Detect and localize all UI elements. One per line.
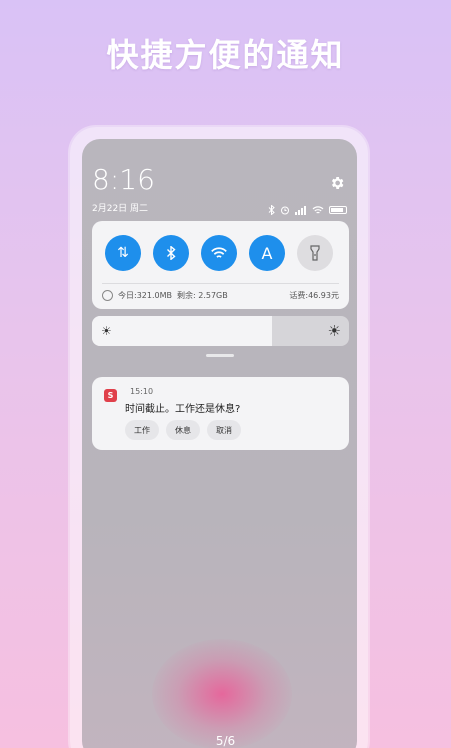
brightness-slider[interactable]: ☀ ☀ — [92, 316, 349, 346]
bluetooth-icon — [167, 246, 176, 260]
clock-time: 8:16 — [92, 163, 155, 196]
bluetooth-icon — [268, 200, 275, 219]
brightness-high-icon: ☀ — [327, 322, 341, 340]
alarm-icon — [280, 200, 290, 219]
drag-handle[interactable] — [206, 354, 234, 357]
status-icons — [268, 200, 347, 219]
settings-gear-icon[interactable] — [329, 175, 345, 191]
notification-card[interactable]: S 15:10 时间截止。工作还是休息? 工作 休息 取消 — [92, 377, 349, 450]
wifi-icon — [211, 246, 227, 258]
cancel-button[interactable]: 取消 — [207, 420, 241, 440]
data-remaining: 剩余: 2.57GB — [177, 291, 228, 300]
phone-screen: 8:16 2月22日 周二 ⇅ A 今日:321.0MB 剩余: 2.57GB … — [82, 139, 357, 748]
mobile-data-toggle[interactable]: ⇅ — [105, 235, 141, 271]
status-date: 2月22日 周二 — [92, 204, 149, 214]
brightness-fill — [92, 316, 272, 346]
quick-settings-toggles: ⇅ A — [105, 235, 333, 271]
mobile-data-icon: ⇅ — [117, 245, 129, 261]
headline: 快捷方便的通知 — [106, 36, 345, 74]
notification-time: 15:10 — [130, 387, 154, 396]
divider — [102, 283, 339, 284]
flashlight-toggle[interactable] — [297, 235, 333, 271]
auto-brightness-icon: A — [261, 243, 273, 263]
wifi-icon — [312, 200, 324, 219]
wifi-toggle[interactable] — [201, 235, 237, 271]
data-usage-icon — [102, 290, 113, 301]
flashlight-icon — [310, 245, 320, 261]
notification-message: 时间截止。工作还是休息? — [125, 404, 241, 415]
brightness-low-icon: ☀ — [101, 324, 112, 338]
signal-icon — [295, 200, 307, 219]
app-icon: S — [104, 389, 117, 402]
wallpaper-glow — [152, 639, 292, 748]
battery-icon — [329, 205, 347, 214]
data-today: 今日:321.0MB — [118, 291, 172, 300]
page-indicator: 5/6 — [215, 734, 236, 748]
quick-settings-panel: ⇅ A 今日:321.0MB 剩余: 2.57GB 话费:46.93元 — [92, 221, 349, 309]
phone-balance: 话费:46.93元 — [289, 291, 339, 300]
notification-actions: 工作 休息 取消 — [125, 420, 241, 440]
bluetooth-toggle[interactable] — [153, 235, 189, 271]
work-button[interactable]: 工作 — [125, 420, 159, 440]
auto-brightness-toggle[interactable]: A — [249, 235, 285, 271]
data-usage-row[interactable]: 今日:321.0MB 剩余: 2.57GB 话费:46.93元 — [102, 290, 339, 301]
rest-button[interactable]: 休息 — [166, 420, 200, 440]
